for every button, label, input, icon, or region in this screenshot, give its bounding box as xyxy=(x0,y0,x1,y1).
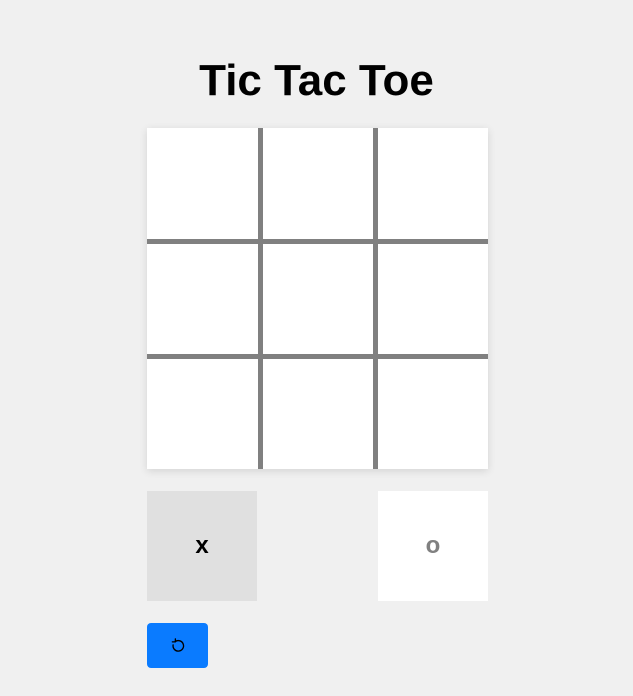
player-o-indicator[interactable]: o xyxy=(378,491,488,601)
player-x-indicator[interactable]: x xyxy=(147,491,257,601)
grid-line-vertical-2 xyxy=(373,128,378,469)
board-cell-5[interactable] xyxy=(378,243,488,353)
board-cell-4[interactable] xyxy=(263,243,373,353)
board-cell-0[interactable] xyxy=(147,128,257,238)
board-cell-6[interactable] xyxy=(147,359,257,469)
page-title: Tic Tac Toe xyxy=(199,56,434,105)
board-cell-2[interactable] xyxy=(378,128,488,238)
game-board xyxy=(147,128,488,469)
reset-icon xyxy=(171,637,184,652)
board-cell-3[interactable] xyxy=(147,243,257,353)
board-cell-1[interactable] xyxy=(263,128,373,238)
grid-line-horizontal-2 xyxy=(147,354,488,359)
board-cell-7[interactable] xyxy=(263,359,373,469)
reset-button[interactable] xyxy=(147,623,208,668)
grid-line-horizontal-1 xyxy=(147,239,488,244)
board-cell-8[interactable] xyxy=(378,359,488,469)
grid-line-vertical-1 xyxy=(258,128,263,469)
